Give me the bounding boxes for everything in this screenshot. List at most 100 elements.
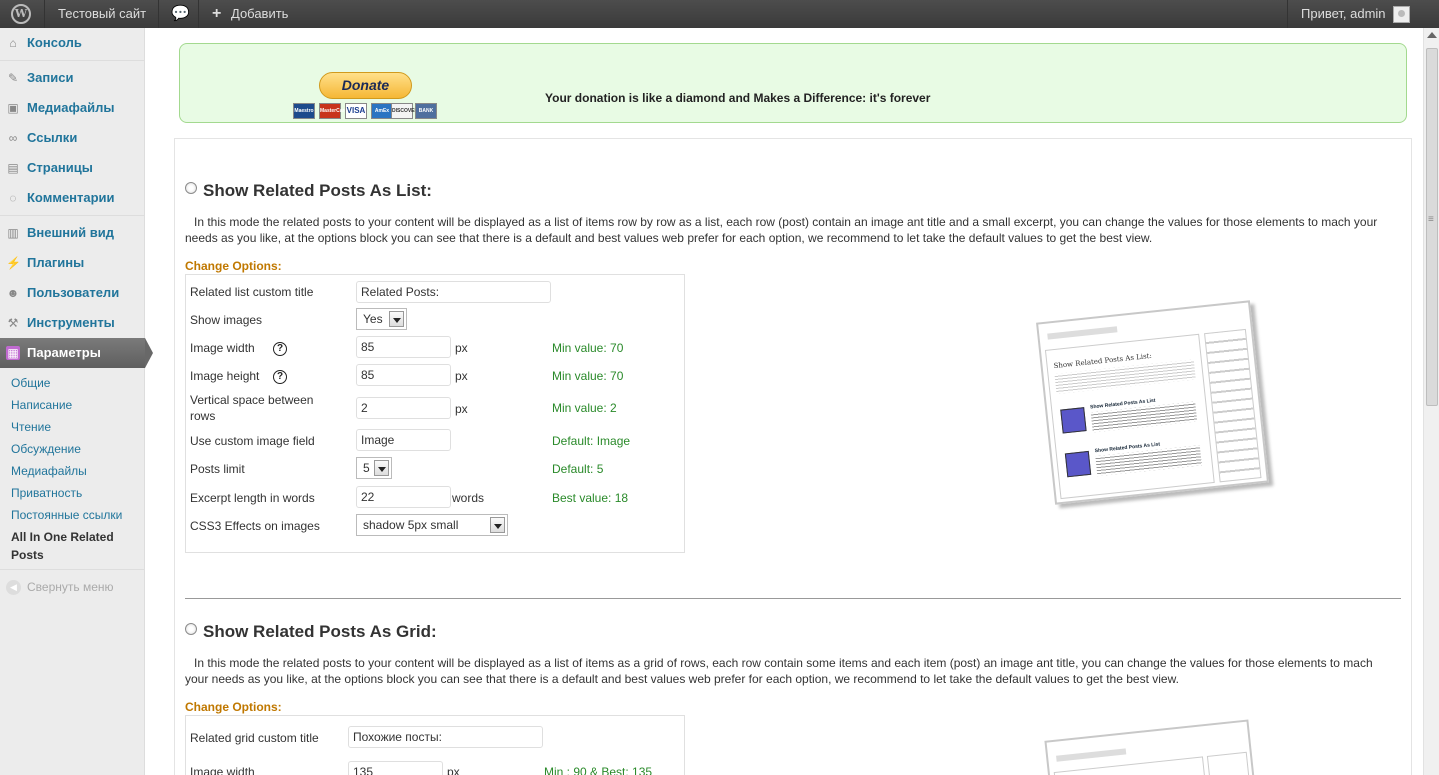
grid-image-width-unit: px — [447, 765, 460, 775]
submenu-privacy[interactable]: Приватность — [11, 484, 82, 502]
list-preview-image: Show Related Posts As List: Show Related… — [1036, 300, 1269, 505]
home-icon: ⌂ — [9, 36, 17, 50]
preview-header-bar — [1047, 326, 1118, 340]
list-section-title: Show Related Posts As List: — [203, 181, 432, 200]
list-change-options-label: Change Options: — [185, 259, 282, 273]
avatar[interactable] — [1393, 6, 1410, 23]
image-height-unit: px — [455, 369, 468, 383]
sidebar-item-label: Ссылки — [27, 130, 78, 145]
sidebar-item-dashboard[interactable]: ⌂ Консоль — [0, 28, 145, 58]
sidebar-item-media[interactable]: ▣ Медиафайлы — [0, 93, 145, 123]
list-mode-radio[interactable] — [185, 182, 197, 194]
plus-icon[interactable]: + — [212, 0, 221, 28]
excerpt-length-input[interactable]: 22 — [356, 486, 451, 508]
sidebar-item-label: Инструменты — [27, 315, 115, 330]
image-height-input[interactable]: 85 — [356, 364, 451, 386]
tools-icon: ⚒ — [7, 316, 19, 330]
grid-image-width-input[interactable]: 135 — [348, 761, 443, 775]
donate-button[interactable]: Donate — [319, 72, 412, 99]
submenu-reading[interactable]: Чтение — [11, 418, 51, 436]
grid-image-width-hint: Min : 90 & Best: 135 — [544, 765, 653, 775]
submenu-discussion[interactable]: Обсуждение — [11, 440, 81, 458]
sidebar-item-pages[interactable]: ▤ Страницы — [0, 153, 145, 183]
image-height-hint: Min value: 70 — [552, 369, 624, 383]
grid-image-width-label: Image width — [190, 765, 255, 775]
donate-message: Your donation is like a diamond and Make… — [545, 91, 931, 105]
image-width-hint: Min value: 70 — [552, 341, 624, 355]
sidebar-item-users[interactable]: ☻ Пользователи — [0, 278, 145, 308]
grid-title-input[interactable]: Похожие посты: — [348, 726, 543, 748]
sidebar-item-posts[interactable]: ✎ Записи — [0, 63, 145, 93]
sidebar-item-label: Плагины — [27, 255, 85, 270]
sidebar-item-label: Медиафайлы — [27, 100, 115, 115]
sidebar-item-settings[interactable]: ▦ Параметры — [0, 338, 153, 368]
sidebar-item-links[interactable]: ∞ Ссылки — [0, 123, 145, 153]
image-height-label: Image height — [190, 369, 260, 383]
comment-icon: ◌ — [9, 191, 17, 205]
add-new-link[interactable]: Добавить — [231, 0, 288, 28]
admin-bar-separator — [198, 0, 199, 28]
menu-separator — [0, 215, 145, 216]
show-images-select[interactable]: Yes — [356, 308, 407, 330]
menu-separator — [0, 60, 145, 61]
posts-limit-select[interactable]: 5 — [356, 457, 392, 479]
submenu-general[interactable]: Общие — [11, 374, 50, 392]
admin-sidebar: ⌂ Консоль ✎ Записи ▣ Медиафайлы ∞ Ссылки… — [0, 28, 153, 775]
grid-section-description: In this mode the related posts to your c… — [185, 656, 1373, 686]
chevron-down-icon — [374, 460, 389, 476]
preview-content-area: Show Related Posts As List: Show Related… — [1044, 333, 1215, 500]
comments-icon[interactable]: 💬 — [171, 0, 190, 28]
scrollbar-thumb[interactable] — [1426, 48, 1438, 406]
media-icon: ▣ — [7, 101, 19, 115]
css3-effects-value: shadow 5px small — [363, 518, 459, 532]
vertical-space-hint: Min value: 2 — [552, 401, 617, 415]
posts-limit-hint: Default: 5 — [552, 462, 604, 476]
help-icon[interactable]: ? — [273, 370, 287, 384]
wordpress-logo-icon[interactable]: W — [11, 4, 31, 24]
collapse-menu-button[interactable]: ◀ Свернуть меню — [6, 580, 114, 596]
section-divider — [185, 598, 1401, 599]
show-images-label: Show images — [190, 313, 263, 327]
sidebar-item-appearance[interactable]: ▥ Внешний вид — [0, 218, 145, 248]
posts-limit-label: Posts limit — [190, 462, 245, 476]
submenu-writing[interactable]: Написание — [11, 396, 72, 414]
sidebar-item-label: Страницы — [27, 160, 93, 175]
sidebar-item-label: Записи — [27, 70, 74, 85]
collapse-arrow-icon: ◀ — [6, 580, 21, 596]
sidebar-item-tools[interactable]: ⚒ Инструменты — [0, 308, 145, 338]
sidebar-item-comments[interactable]: ◌ Комментарии — [0, 183, 145, 213]
grid-section-title: Show Related Posts As Grid: — [203, 622, 437, 641]
help-icon[interactable]: ? — [273, 342, 287, 356]
submenu-permalinks[interactable]: Постоянные ссылки — [11, 506, 122, 524]
list-title-input[interactable]: Related Posts: — [356, 281, 551, 303]
image-width-unit: px — [455, 341, 468, 355]
discover-card-icon: DISCOVER — [391, 103, 418, 119]
grid-mode-radio[interactable] — [185, 623, 197, 635]
custom-image-field-input[interactable]: Image — [356, 429, 451, 451]
collapse-menu-label: Свернуть меню — [27, 580, 114, 594]
vertical-space-input[interactable]: 2 — [356, 397, 451, 419]
amex-card-icon: AmEx — [371, 103, 393, 119]
visa-card-icon: VISA — [345, 103, 367, 119]
chevron-down-icon — [490, 517, 505, 533]
sidebar-item-label: Пользователи — [27, 285, 120, 300]
sidebar-item-label: Комментарии — [27, 190, 115, 205]
sidebar-item-label: Внешний вид — [27, 225, 114, 240]
admin-bar-separator — [158, 0, 159, 28]
grid-title-label: Related grid custom title — [190, 731, 319, 745]
css3-effects-select[interactable]: shadow 5px small — [356, 514, 508, 536]
show-images-value: Yes — [363, 312, 383, 326]
site-name-link[interactable]: Тестовый сайт — [58, 0, 146, 28]
page-scrollbar[interactable] — [1423, 28, 1439, 775]
submenu-all-in-one-related-posts[interactable]: All In One Related Posts — [11, 528, 131, 564]
sidebar-item-plugins[interactable]: ⚡ Плагины — [0, 248, 145, 278]
preview-thumbnail — [1060, 407, 1087, 434]
submenu-media[interactable]: Медиафайлы — [11, 462, 87, 480]
grid-change-options-label: Change Options: — [185, 700, 282, 714]
preview-sidebar — [1204, 328, 1262, 483]
greeting-link[interactable]: Привет, admin — [1301, 0, 1386, 28]
scroll-up-arrow-icon[interactable] — [1427, 32, 1437, 38]
vertical-space-label: Vertical space between rows — [190, 393, 314, 423]
image-width-input[interactable]: 85 — [356, 336, 451, 358]
list-title-label: Related list custom title — [190, 285, 314, 299]
